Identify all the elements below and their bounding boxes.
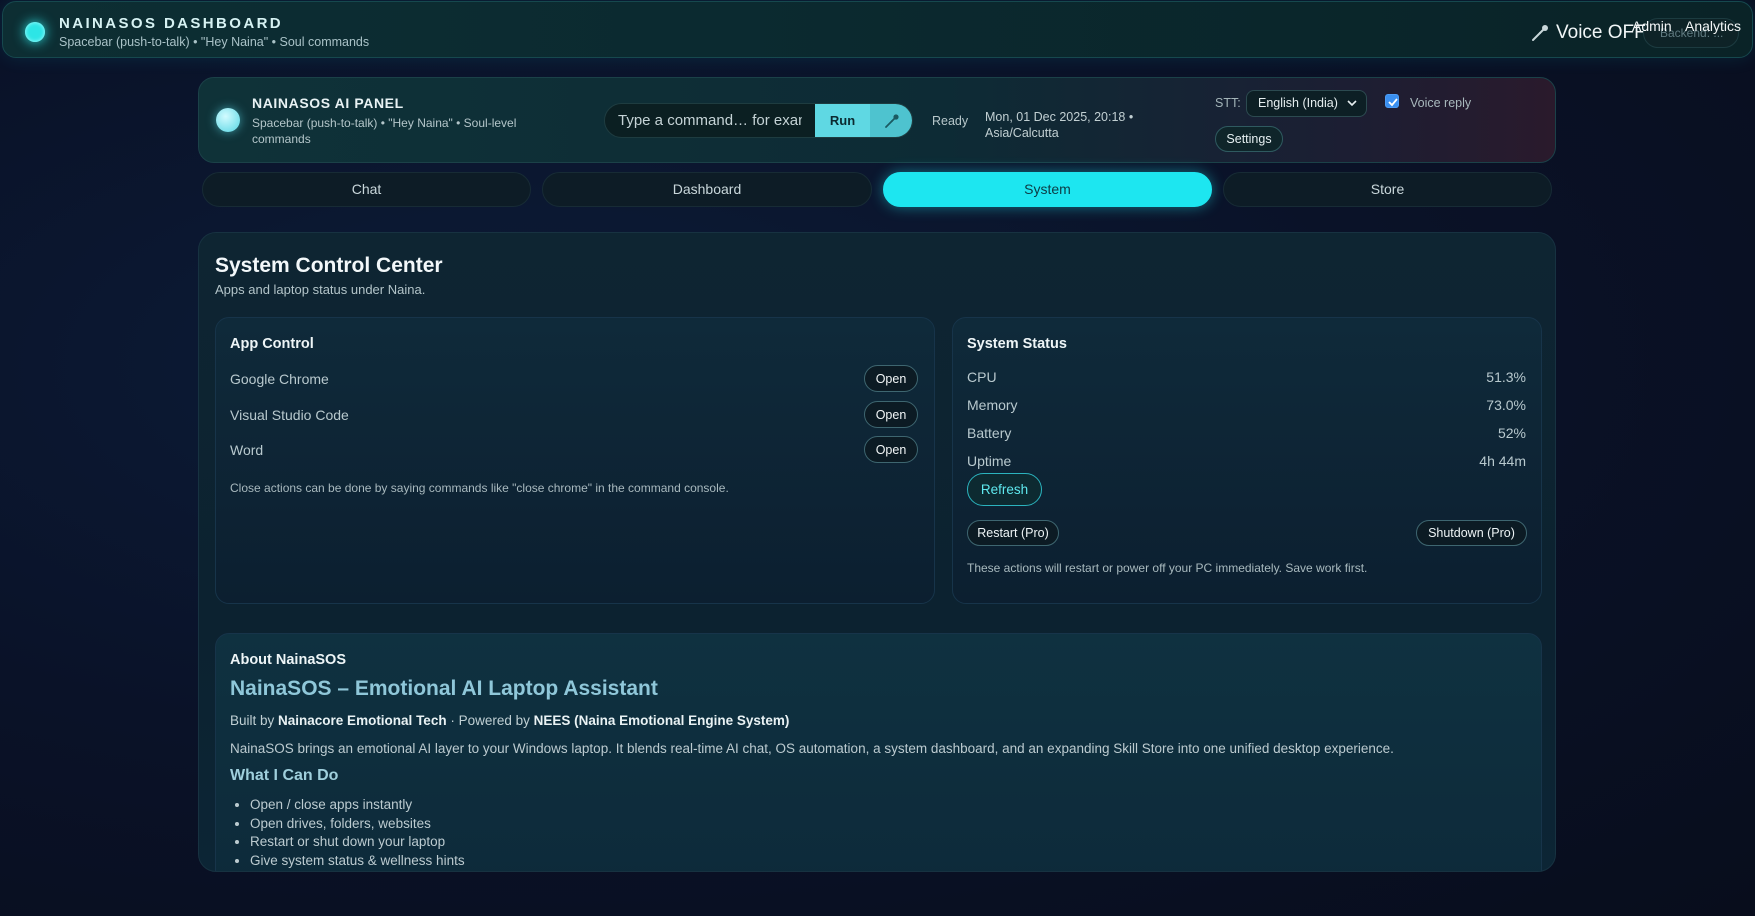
- credits-company: Nainacore Emotional Tech: [278, 713, 447, 728]
- stat-label-battery: Battery: [967, 425, 1012, 441]
- status-orb-icon: [25, 22, 45, 42]
- about-description: NainaSOS brings an emotional AI layer to…: [230, 741, 1394, 756]
- about-credits: Built by Nainacore Emotional Tech · Powe…: [230, 713, 789, 728]
- about-title: About NainaSOS: [230, 652, 347, 668]
- stat-value-cpu: 51.3%: [1486, 369, 1526, 385]
- credits-prefix: Built by: [230, 713, 279, 728]
- app-control-title: App Control: [230, 336, 314, 352]
- app-name: Google Chrome: [230, 371, 329, 387]
- command-input[interactable]: [605, 104, 815, 137]
- stt-selected-value: English (India): [1258, 96, 1338, 110]
- voice-reply-label: Voice reply: [1410, 96, 1472, 110]
- ai-panel: NAINASOS AI PANEL Spacebar (push-to-talk…: [198, 77, 1556, 163]
- list-item: Restart or shut down your laptop: [250, 833, 465, 852]
- can-do-list: Open / close apps instantly Open drives,…: [250, 796, 465, 870]
- panel-subtitle: Spacebar (push-to-talk) • "Hey Naina" • …: [252, 116, 517, 146]
- stat-value-memory: 73.0%: [1486, 397, 1526, 413]
- system-status-title: System Status: [967, 336, 1067, 352]
- refresh-button[interactable]: Refresh: [967, 473, 1042, 506]
- stat-value-uptime: 4h 44m: [1479, 453, 1526, 469]
- app-control-card: App Control Google Chrome Open Visual St…: [215, 317, 935, 604]
- tab-system[interactable]: System: [883, 172, 1212, 207]
- command-bar: Run: [604, 103, 913, 138]
- list-item: Open / close apps instantly: [250, 796, 465, 815]
- open-chrome-button[interactable]: Open: [864, 365, 918, 392]
- stt-language-select[interactable]: English (India): [1246, 90, 1367, 117]
- restart-button[interactable]: Restart (Pro): [967, 520, 1059, 546]
- open-word-button[interactable]: Open: [864, 436, 918, 463]
- credits-engine: NEES (Naina Emotional Engine System): [533, 713, 790, 728]
- credits-mid: · Powered by: [446, 713, 534, 728]
- run-button[interactable]: Run: [815, 104, 870, 137]
- microphone-icon[interactable]: [1530, 23, 1550, 43]
- chevron-down-icon: [1347, 100, 1357, 107]
- stat-label-uptime: Uptime: [967, 453, 1012, 469]
- shutdown-button[interactable]: Shutdown (Pro): [1416, 520, 1527, 546]
- tab-dashboard[interactable]: Dashboard: [542, 172, 872, 207]
- mic-button[interactable]: [870, 104, 912, 137]
- about-card: About NainaSOS NainaSOS – Emotional AI L…: [215, 633, 1542, 871]
- close-hint-text: Close actions can be done by saying comm…: [230, 481, 729, 495]
- panel-title: NAINASOS AI PANEL: [252, 95, 404, 111]
- app-subtitle: Spacebar (push-to-talk) • "Hey Naina" • …: [59, 35, 370, 49]
- power-warning-text: These actions will restart or power off …: [967, 561, 1368, 575]
- microphone-icon: [885, 114, 899, 128]
- datetime-text: Mon, 01 Dec 2025, 20:18 • Asia/Calcutta: [985, 110, 1134, 140]
- system-status-card: System Status CPU 51.3% Memory 73.0% Bat…: [952, 317, 1542, 604]
- page-subtitle: Apps and laptop status under Naina.: [215, 282, 426, 297]
- tab-chat[interactable]: Chat: [202, 172, 531, 207]
- list-item: Give system status & wellness hints: [250, 852, 465, 871]
- status-text: Ready: [932, 114, 969, 128]
- open-vscode-button[interactable]: Open: [864, 401, 918, 428]
- about-heading: NainaSOS – Emotional AI Laptop Assistant: [230, 677, 658, 700]
- can-do-heading: What I Can Do: [230, 767, 339, 784]
- stat-value-battery: 52%: [1497, 425, 1526, 441]
- voice-reply-checkbox[interactable]: [1385, 94, 1399, 108]
- stat-label-cpu: CPU: [967, 369, 997, 385]
- admin-link[interactable]: Admin: [1632, 18, 1672, 34]
- analytics-link[interactable]: Analytics: [1685, 18, 1741, 34]
- stat-label-memory: Memory: [967, 397, 1018, 413]
- panel-orb-icon: [216, 108, 240, 132]
- tab-store[interactable]: Store: [1223, 172, 1552, 207]
- system-section: System Control Center Apps and laptop st…: [198, 232, 1556, 872]
- page-title: System Control Center: [215, 254, 443, 277]
- app-name: Word: [230, 442, 264, 458]
- app-title: NAINASOS DASHBOARD: [59, 15, 284, 32]
- app-name: Visual Studio Code: [230, 407, 349, 423]
- list-item: Open drives, folders, websites: [250, 815, 465, 834]
- top-bar: NAINASOS DASHBOARD Spacebar (push-to-tal…: [2, 1, 1753, 58]
- stt-label: STT:: [1215, 96, 1241, 110]
- check-icon: [1388, 98, 1398, 107]
- settings-button[interactable]: Settings: [1215, 126, 1283, 152]
